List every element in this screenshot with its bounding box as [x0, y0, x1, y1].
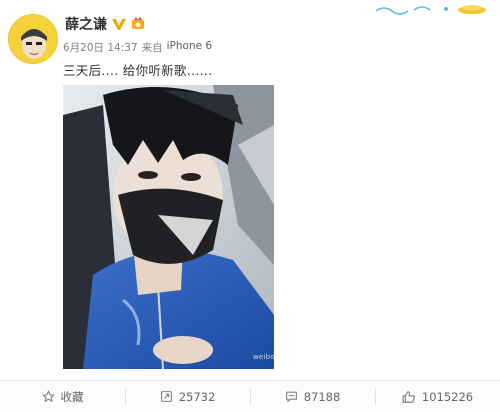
like-count: 1015226: [421, 389, 474, 404]
comment-count: 87188: [303, 389, 341, 404]
repost-button[interactable]: 25732: [125, 381, 250, 412]
author-name[interactable]: 薛之谦: [65, 14, 107, 34]
like-icon: [402, 390, 415, 403]
verified-v-icon: [112, 19, 126, 30]
source-prefix: 来自: [141, 42, 163, 54]
post-meta: 6月20日 14:37 来自 iPhone 6: [63, 40, 212, 55]
favorite-label: 收藏: [60, 389, 84, 404]
author-row: 薛之谦: [65, 14, 145, 34]
repost-count: 25732: [178, 389, 216, 404]
post-source[interactable]: iPhone 6: [167, 40, 212, 55]
post-text: 三天后.... 给你听新歌......: [63, 63, 213, 78]
like-button[interactable]: 1015226: [375, 381, 500, 412]
repost-icon: [160, 391, 172, 402]
post-date[interactable]: 6月20日 14:37: [63, 40, 138, 55]
comment-button[interactable]: 87188: [250, 381, 375, 412]
action-bar: 收藏 25732 87188 1015226: [0, 380, 500, 412]
star-icon: [42, 390, 54, 402]
post-image[interactable]: weibo.com/...: [63, 85, 274, 369]
comment-icon: [285, 391, 297, 402]
image-watermark: weibo.com/...: [253, 353, 274, 361]
medal-icon[interactable]: [131, 17, 145, 31]
favorite-button[interactable]: 收藏: [0, 381, 125, 412]
decoration-icon: [375, 5, 486, 15]
avatar[interactable]: [8, 14, 58, 64]
weibo-post-card: 薛之谦 6月20日 14:37 来自 iPhone 6 三天后.... 给你听新…: [0, 0, 500, 412]
